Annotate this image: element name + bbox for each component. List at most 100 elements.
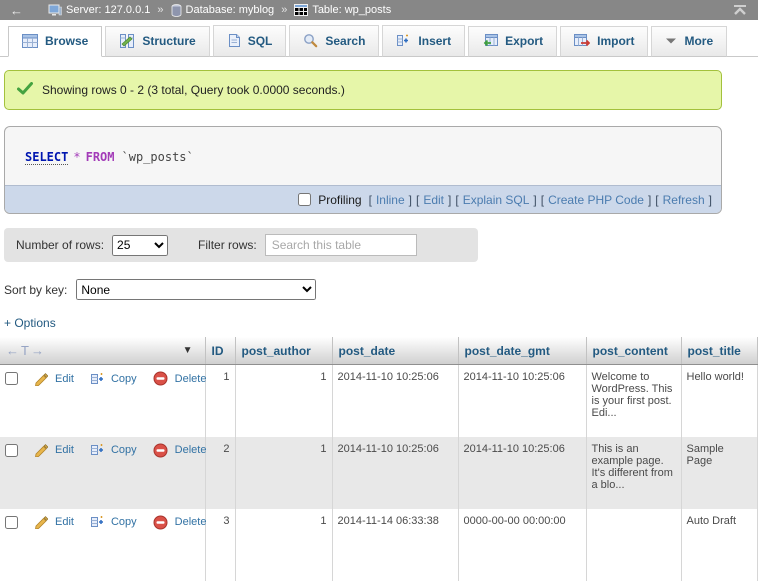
copy-icon [90,443,106,457]
cell-post-date-gmt: 2014-11-10 10:25:06 [458,365,586,437]
edit-query-link[interactable]: Edit [423,193,444,207]
collapse-top-icon[interactable] [732,4,748,16]
sql-query-box: SELECT*FROM`wp_posts` Profiling [Inline]… [4,126,722,214]
column-header-id[interactable]: ID [205,337,235,365]
column-header-post-date-gmt[interactable]: post_date_gmt [458,337,586,365]
number-of-rows-label: Number of rows: [16,238,104,252]
tab-insert[interactable]: Insert [382,25,465,57]
cell-post-title: Sample Page [681,437,758,509]
sql-icon [227,33,241,48]
sql-table-name: `wp_posts` [122,150,194,164]
sort-by-key-select[interactable]: None [76,279,316,300]
sort-bar: Sort by key: None [4,279,758,300]
sort-by-key-label: Sort by key: [4,283,67,297]
cell-post-author: 1 [235,509,332,581]
breadcrumb-separator: » [157,4,163,16]
sort-caret-icon[interactable]: ▼ [183,345,193,356]
column-header-post-title[interactable]: post_title [681,337,758,365]
sql-keyword-select[interactable]: SELECT [25,150,68,165]
cell-post-content: Welcome to WordPress. This is your first… [586,365,681,437]
breadcrumb: ← Server: 127.0.0.1 » Database: myblog »… [0,0,758,20]
copy-row-link[interactable]: Copy [111,516,137,528]
edit-row-link[interactable]: Edit [55,516,74,528]
explain-sql-link[interactable]: Explain SQL [463,193,530,207]
tab-sql[interactable]: SQL [213,25,287,57]
row-checkbox[interactable] [5,444,18,457]
cell-post-date: 2014-11-10 10:25:06 [332,365,458,437]
tab-export[interactable]: Export [468,26,557,57]
tab-browse[interactable]: Browse [8,26,102,57]
insert-icon [396,33,411,48]
copy-icon [90,515,106,529]
tab-import[interactable]: Import [560,26,648,57]
edit-row-link[interactable]: Edit [55,444,74,456]
rows-filter-bar: Number of rows: 25 Filter rows: [4,228,478,262]
options-toggle[interactable]: + Options [4,316,56,330]
row-checkbox[interactable] [5,372,18,385]
cell-post-author: 1 [235,365,332,437]
row-checkbox[interactable] [5,516,18,529]
sql-toolbar: Profiling [Inline] [Edit] [Explain SQL] … [5,185,721,213]
cell-post-date-gmt: 0000-00-00 00:00:00 [458,509,586,581]
delete-row-link[interactable]: Delete [175,373,207,385]
search-icon [303,33,318,48]
delete-row-link[interactable]: Delete [175,516,207,528]
column-header-post-date[interactable]: post_date [332,337,458,365]
inline-link[interactable]: Inline [376,193,405,207]
success-message: Showing rows 0 - 2 (3 total, Query took … [4,70,722,110]
tab-bar: Browse Structure SQL Search Insert Expor… [0,20,758,57]
edit-pencil-icon [33,515,50,529]
tab-search[interactable]: Search [289,25,379,57]
swap-axis-control[interactable]: ←T→ [6,343,46,358]
server-icon [48,4,62,17]
back-arrow-icon[interactable]: ← [10,3,23,18]
chevron-down-icon [665,37,677,45]
breadcrumb-server[interactable]: Server: 127.0.0.1 [48,4,150,17]
column-header-post-author[interactable]: post_author [235,337,332,365]
cell-post-date: 2014-11-14 06:33:38 [332,509,458,581]
sql-keyword-from: FROM [86,150,115,164]
tab-more[interactable]: More [651,26,727,57]
cell-post-date: 2014-11-10 10:25:06 [332,437,458,509]
header-row: ←T→ ▼ ID post_author post_date post_date… [0,337,758,365]
cell-post-title: Auto Draft [681,509,758,581]
structure-icon [119,34,135,48]
breadcrumb-database[interactable]: Database: myblog [171,4,275,17]
column-header-post-content[interactable]: post_content [586,337,681,365]
row-actions: Edit Copy Delete [0,365,205,437]
cell-id: 2 [205,437,235,509]
copy-row-link[interactable]: Copy [111,373,137,385]
success-message-text: Showing rows 0 - 2 (3 total, Query took … [42,83,345,97]
cell-id: 3 [205,509,235,581]
success-check-icon [17,82,33,98]
browse-icon [22,34,38,48]
delete-icon [153,443,170,458]
tab-structure[interactable]: Structure [105,26,209,57]
cell-post-content: This is an example page. It's different … [586,437,681,509]
filter-rows-label: Filter rows: [198,238,257,252]
create-php-code-link[interactable]: Create PHP Code [548,193,644,207]
copy-row-link[interactable]: Copy [111,444,137,456]
delete-icon [153,515,170,530]
delete-icon [153,371,170,386]
filter-rows-input[interactable] [265,234,417,256]
results-table: ←T→ ▼ ID post_author post_date post_date… [0,337,758,581]
profiling-toggle[interactable]: Profiling [294,190,361,209]
table-icon [294,4,308,16]
profiling-checkbox[interactable] [298,193,311,206]
table-row: Edit Copy Delete 1 1 2014-11-10 10:25:06… [0,365,758,437]
rows-per-page-select[interactable]: 25 [112,235,168,256]
cell-post-author: 1 [235,437,332,509]
delete-row-link[interactable]: Delete [175,444,207,456]
refresh-link[interactable]: Refresh [663,193,705,207]
edit-row-link[interactable]: Edit [55,373,74,385]
row-actions: Edit Copy Delete [0,509,205,581]
database-icon [171,4,182,17]
cell-post-title: Hello world! [681,365,758,437]
breadcrumb-table[interactable]: Table: wp_posts [294,4,391,16]
import-icon [574,34,590,48]
edit-pencil-icon [33,372,50,386]
actions-header: ←T→ ▼ [0,337,205,365]
export-icon [482,34,498,48]
edit-pencil-icon [33,443,50,457]
